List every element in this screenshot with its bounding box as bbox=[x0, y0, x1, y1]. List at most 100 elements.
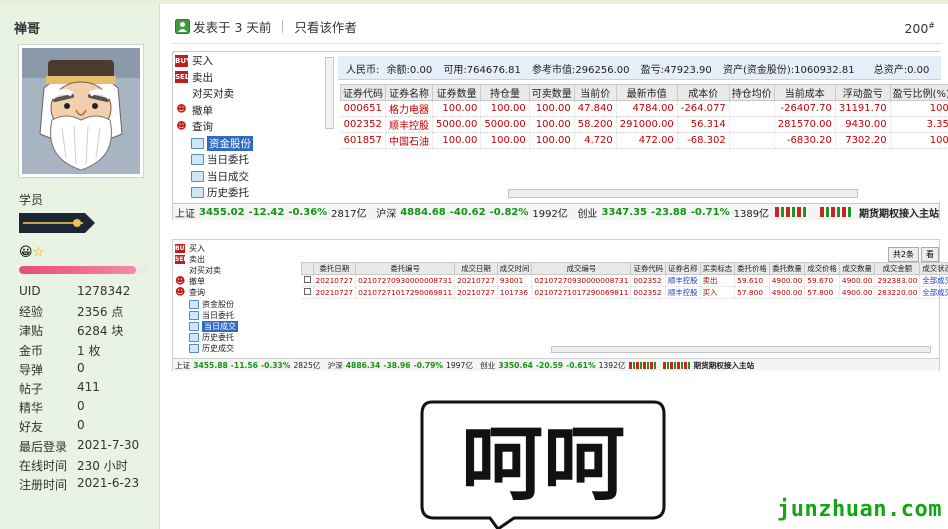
column-header[interactable] bbox=[301, 262, 314, 275]
fills-horizontal-scrollbar[interactable] bbox=[551, 346, 931, 353]
column-header[interactable]: 证券名称 bbox=[385, 84, 433, 101]
tree-item[interactable]: BUY 买入 bbox=[175, 242, 205, 254]
tree-item[interactable]: 对买对卖 bbox=[175, 264, 221, 276]
tree-item[interactable]: 当日成交 bbox=[191, 169, 249, 184]
stat-row: 帖子 411 bbox=[19, 380, 159, 399]
trading-fills-screenshot: BUY 买入 SELL 卖出 对买对卖 ☻ 撤单 ☻ 查询 资金股份 当日委托 当日成交 历史委托 历史成… bbox=[172, 239, 948, 371]
column-header[interactable]: 证券名称 bbox=[665, 262, 701, 275]
tree-item-label: 查询 bbox=[192, 121, 213, 133]
avatar[interactable] bbox=[18, 44, 144, 178]
tree-item[interactable]: 资金股份 bbox=[189, 298, 234, 310]
column-header[interactable]: 成交价格 bbox=[804, 262, 840, 275]
table-cell: 9430.00 bbox=[835, 116, 891, 133]
column-header[interactable]: 成交数量 bbox=[838, 262, 876, 275]
stat-value: 0 bbox=[77, 360, 85, 375]
column-header[interactable]: 成交时间 bbox=[496, 262, 533, 275]
table-row[interactable]: 20210727 02107271017290069811 20210727 1017… bbox=[301, 286, 948, 299]
column-header[interactable]: 买卖标志 bbox=[699, 262, 736, 275]
tree-item[interactable]: SELL 卖出 bbox=[175, 253, 205, 265]
status-hs-pct: -0.79% bbox=[413, 360, 444, 370]
tree-item[interactable]: BUY 买入 bbox=[175, 53, 213, 68]
tree-item[interactable]: 当日委托 bbox=[189, 309, 234, 321]
column-header[interactable]: 当前价 bbox=[573, 84, 617, 101]
tree-item[interactable]: 历史委托 bbox=[189, 332, 234, 344]
column-header[interactable]: 成本价 bbox=[676, 84, 730, 101]
table-cell: 02107270930000008731 bbox=[355, 274, 456, 287]
view-author-only-link[interactable]: 只看该作者 bbox=[294, 17, 357, 36]
trade-menu-tree: BUY买入SELL卖出对买对卖☻撤单☻查询资金股份当日委托当日成交历史委托历史成… bbox=[173, 52, 333, 216]
tree-item-label: 卖出 bbox=[189, 254, 205, 264]
tree-item[interactable]: 资金股份 bbox=[191, 135, 253, 151]
stat-value: 1 枚 bbox=[77, 343, 101, 358]
column-header[interactable]: 成交金额 bbox=[874, 262, 921, 275]
market-status-bar-small: 上证 3455.88 -11.56 -0.33% 2825亿 沪深 4886.34 -38.9… bbox=[173, 358, 939, 371]
column-header[interactable]: 证券数量 bbox=[431, 84, 482, 101]
fills-table: 委托日期 委托编号 成交日期 成交时间 成交编号 证券代码 证券名称 买卖标志 委托价格 委托数量… bbox=[301, 262, 948, 299]
stat-label: 经验 bbox=[19, 305, 44, 320]
tree-item[interactable]: 对买对卖 bbox=[175, 86, 234, 101]
tree-item[interactable]: ☻ 撤单 bbox=[175, 103, 213, 118]
user-sidebar: 禅哥 学员 😀☆ UID 1278342 经验 2356 点 津贴 6284 块… bbox=[0, 4, 160, 529]
column-header[interactable]: 委托日期 bbox=[312, 262, 357, 275]
username-link[interactable]: 禅哥 bbox=[14, 18, 40, 37]
status-sh-label: 上证 bbox=[175, 360, 191, 370]
stat-value: 2356 点 bbox=[77, 305, 124, 320]
column-header[interactable]: 委托编号 bbox=[355, 262, 456, 275]
column-header[interactable]: 成交状态 bbox=[919, 262, 948, 275]
row-checkbox[interactable] bbox=[303, 276, 311, 283]
table-row[interactable]: 000651 格力电器 100.00 100.00 100.00 47.840 4784.0… bbox=[340, 100, 948, 117]
column-header[interactable]: 当前成本 bbox=[773, 84, 836, 101]
table-cell: 20210727 bbox=[454, 274, 498, 287]
tree-item[interactable]: ☻ 查询 bbox=[175, 119, 213, 134]
tree-scrollbar[interactable] bbox=[325, 57, 334, 129]
column-header[interactable]: 最新市值 bbox=[615, 84, 678, 101]
column-header[interactable]: 成交编号 bbox=[531, 262, 632, 275]
tree-item[interactable]: ☻ 撤单 bbox=[175, 276, 205, 288]
tree-item-label: 卖出 bbox=[192, 71, 213, 84]
column-header[interactable]: 成交日期 bbox=[454, 262, 498, 275]
column-header[interactable]: 持仓均价 bbox=[728, 84, 775, 101]
table-cell: 002352 bbox=[340, 116, 386, 133]
tree-item[interactable]: ☻ 查询 bbox=[175, 287, 205, 299]
tree-item-label: 撤单 bbox=[192, 104, 213, 117]
column-header[interactable]: 浮动盈亏 bbox=[834, 84, 891, 101]
table-row[interactable]: 20210727 02107270930000008731 20210727 9300… bbox=[301, 274, 948, 287]
folder-icon bbox=[191, 137, 204, 149]
trading-holdings-screenshot: BUY买入SELL卖出对买对卖☻撤单☻查询资金股份当日委托当日成交历史委托历史成… bbox=[172, 51, 948, 220]
futures-portal-link[interactable]: 期货期权接入主站 bbox=[694, 360, 755, 371]
column-header[interactable]: 可卖数量 bbox=[528, 84, 575, 101]
tree-item[interactable]: 当日委托 bbox=[191, 152, 249, 167]
column-header[interactable]: 盈亏比例(%) bbox=[889, 84, 948, 101]
site-watermark: junzhuan.com bbox=[777, 497, 942, 522]
tree-item-label: 买入 bbox=[192, 55, 213, 67]
row-checkbox[interactable] bbox=[303, 288, 311, 295]
query-icon: ☻ bbox=[175, 120, 188, 133]
tree-item[interactable]: SELL 卖出 bbox=[175, 70, 213, 85]
column-header[interactable]: 证券代码 bbox=[630, 262, 666, 275]
currency-label: 人民币: bbox=[346, 65, 380, 76]
query-icon: ☻ bbox=[175, 287, 186, 299]
trade-menu-tree-small: BUY 买入 SELL 卖出 对买对卖 ☻ 撤单 ☻ 查询 资金股份 当日委托 当日成交 历史委托 历史成… bbox=[173, 240, 298, 358]
result-tab[interactable]: 共2条 bbox=[887, 247, 919, 262]
column-header[interactable]: 持仓量 bbox=[480, 84, 530, 101]
stat-row: 津贴 6284 块 bbox=[19, 322, 159, 341]
table-row[interactable]: 002352 顺丰控股 5000.00 5000.00 100.00 58.200 2910… bbox=[340, 116, 948, 133]
column-header[interactable]: 委托数量 bbox=[768, 262, 806, 275]
result-tab[interactable]: 看 bbox=[921, 247, 939, 262]
tree-item[interactable]: 当日成交 bbox=[189, 320, 238, 332]
table-cell: 顺丰控股 bbox=[665, 274, 701, 287]
floor-number[interactable]: 200# bbox=[904, 21, 935, 36]
column-header[interactable]: 委托价格 bbox=[734, 262, 770, 275]
table-cell: 000651 bbox=[340, 100, 386, 117]
table-cell: 20210727 bbox=[454, 286, 498, 299]
fills-table-wrap: 委托日期 委托编号 成交日期 成交时间 成交编号 证券代码 证券名称 买卖标志 委托价格 委托数量… bbox=[301, 262, 948, 299]
tree-item[interactable]: 历史委托 bbox=[191, 185, 249, 200]
holdings-horizontal-scrollbar[interactable] bbox=[508, 189, 858, 198]
table-header-row: 证券代码 证券名称 证券数量 持仓量 可卖数量 当前价 最新市值 成本价 持仓均价 当前成本 浮动盈… bbox=[340, 84, 948, 101]
futures-portal-link[interactable]: 期货期权接入主站 bbox=[859, 205, 939, 220]
table-cell: 格力电器 bbox=[385, 100, 433, 117]
column-header[interactable]: 证券代码 bbox=[340, 84, 386, 101]
table-row[interactable]: 601857 中国石油 100.00 100.00 100.00 4.720 472.00-… bbox=[340, 132, 948, 149]
status-cy-change: -20.59 bbox=[535, 360, 564, 370]
tree-item[interactable]: 历史成交 bbox=[189, 343, 234, 355]
